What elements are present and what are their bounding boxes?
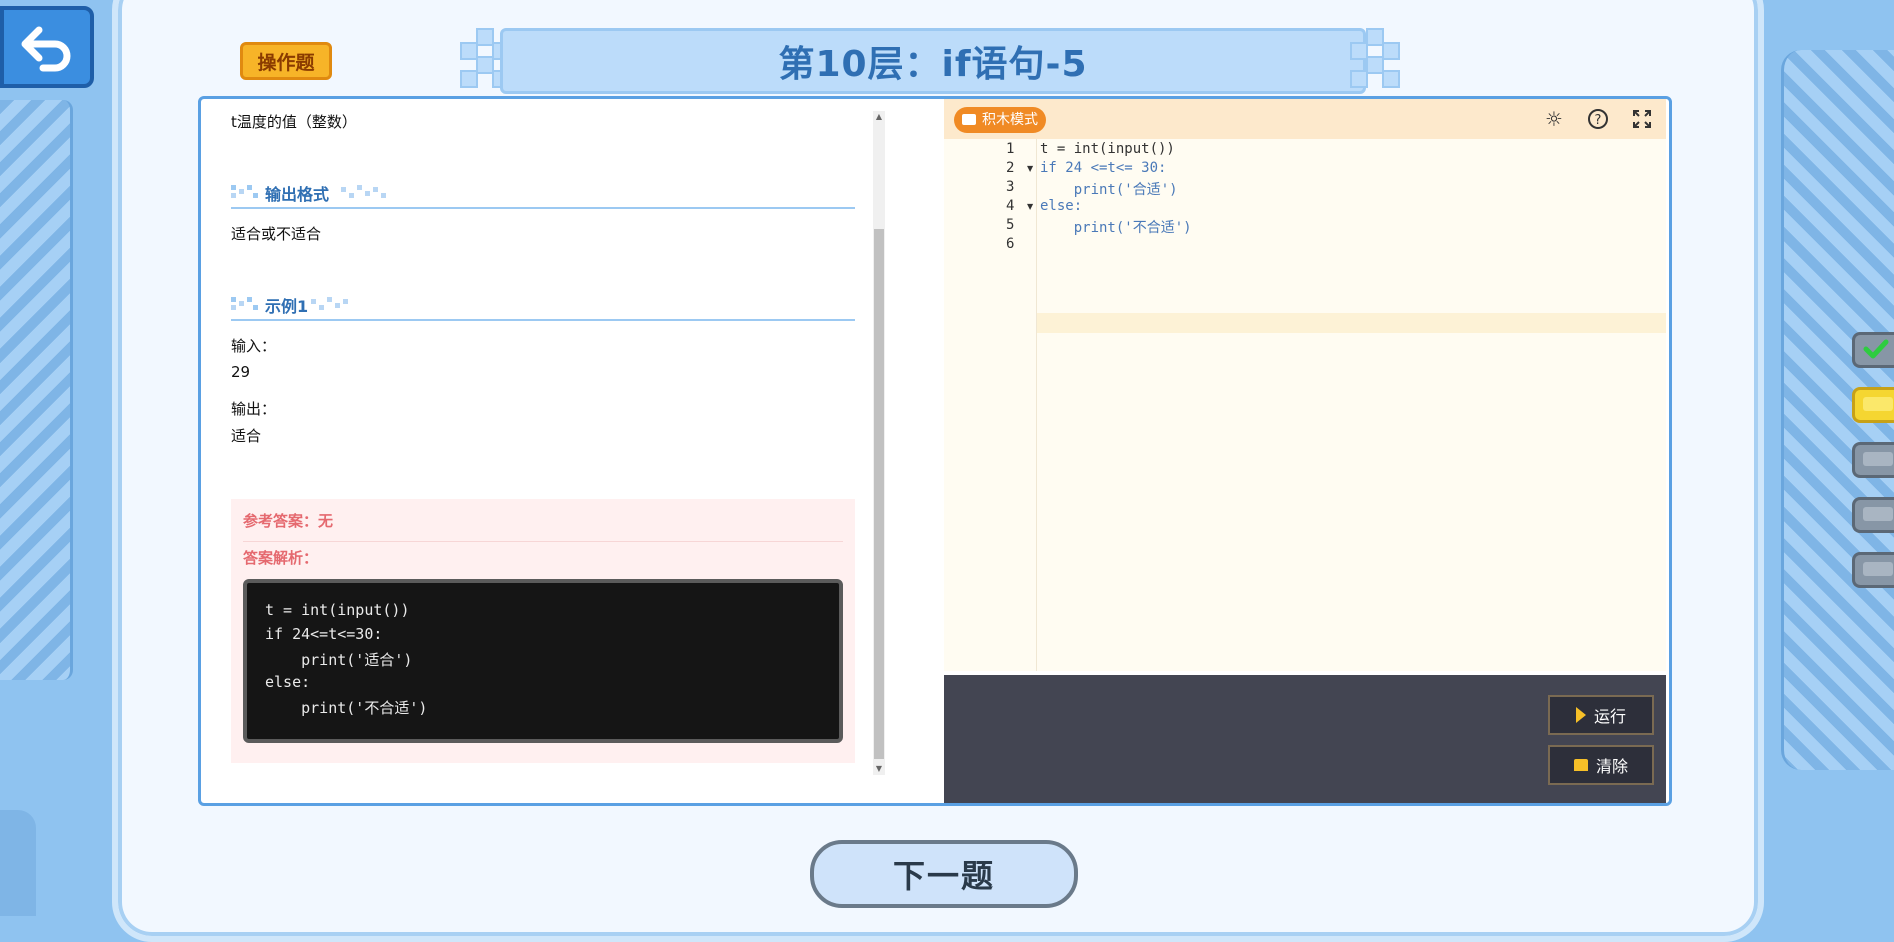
title-banner: 第10层：if语句-5 [460, 28, 1406, 94]
code-line: else: [1040, 198, 1083, 214]
input-description: t温度的值（整数） [231, 113, 357, 131]
example-output-label: 输出： [231, 400, 277, 418]
block-mode-label: 积木模式 [982, 112, 1038, 128]
level-tab-locked[interactable] [1852, 497, 1894, 533]
level-tab-locked[interactable] [1852, 442, 1894, 478]
code-line: print('不合适') [1040, 220, 1192, 236]
active-line-highlight [944, 313, 1666, 333]
answer-divider [243, 541, 843, 542]
problem-scrollbar[interactable]: ▲ ▼ [873, 111, 885, 775]
code-line: t = int(input()) [1040, 141, 1175, 157]
heading-dots-icon [341, 185, 386, 199]
heading-dots-icon [231, 185, 261, 199]
answer-code-line: if 24<=t<=30: [265, 625, 383, 643]
banner-pixel-decoration-right [1350, 28, 1406, 88]
answer-code-line: print('不合适') [265, 699, 428, 717]
back-arrow-icon [21, 26, 71, 72]
run-button[interactable]: 运行 [1548, 695, 1654, 735]
level-tab-indicator [1863, 452, 1893, 466]
section-title: 示例1 [265, 297, 309, 316]
level-tab-locked[interactable] [1852, 552, 1894, 588]
scroll-down-arrow-icon[interactable]: ▼ [873, 763, 885, 775]
code-line: if 24 <=t<= 30: [1040, 160, 1167, 176]
heading-dots-icon [311, 297, 348, 311]
clear-label: 清除 [1595, 757, 1628, 776]
console-area: 运行 清除 [944, 675, 1666, 803]
level-tab-indicator [1863, 507, 1893, 521]
scrollbar-thumb[interactable] [874, 229, 884, 759]
level-tab-done[interactable] [1852, 332, 1894, 368]
code-editor[interactable]: 1 2 ▼ 3 4 ▼ 5 6 t = int(input()) if 24 <… [944, 139, 1666, 671]
heading-dots-icon [231, 297, 261, 311]
fold-arrow-icon[interactable]: ▼ [1027, 202, 1033, 211]
play-icon [1575, 707, 1586, 723]
answer-code-line: else: [265, 673, 311, 691]
level-tab-indicator [1863, 397, 1893, 411]
line-number-gutter: 1 2 ▼ 3 4 ▼ 5 6 [944, 139, 1037, 671]
output-format-heading: 输出格式 [231, 177, 855, 209]
editor-pane: 积木模式 ☼ ? 1 2 ▼ 3 4 ▼ 5 6 t = int(input() [944, 99, 1666, 803]
brightness-icon[interactable]: ☼ [1542, 107, 1566, 131]
answer-code-block: t = int(input()) if 24<=t<=30: print('适合… [243, 579, 843, 743]
scroll-up-arrow-icon[interactable]: ▲ [873, 111, 885, 123]
problem-content[interactable]: t温度的值（整数） 输出格式 适合或不适合 示例1 输入： 29 输出： 适合 … [231, 99, 855, 779]
fold-arrow-icon[interactable]: ▼ [1027, 164, 1033, 173]
background-decoration-left [0, 100, 73, 680]
back-button[interactable] [0, 6, 94, 88]
help-icon[interactable]: ? [1586, 107, 1610, 131]
example-output-value: 适合 [231, 427, 262, 445]
example-input-label: 输入： [231, 337, 277, 355]
level-tab-indicator [1863, 562, 1893, 576]
line-number: 2 [1006, 160, 1015, 176]
checkmark-icon [1863, 339, 1889, 359]
page-title: 第10层：if语句-5 [778, 44, 1088, 85]
content-panel: t温度的值（整数） 输出格式 适合或不适合 示例1 输入： 29 输出： 适合 … [198, 96, 1672, 806]
line-number: 5 [1006, 217, 1015, 233]
run-label: 运行 [1593, 707, 1626, 726]
blocks-icon [962, 114, 976, 125]
answer-code-line: t = int(input()) [265, 601, 410, 619]
example-input-value: 29 [231, 363, 251, 381]
section-title: 输出格式 [265, 185, 330, 204]
next-question-label: 下一题 [892, 857, 995, 895]
editor-toolbar: 积木模式 ☼ ? [944, 99, 1666, 139]
background-decoration-left-lower [0, 810, 36, 916]
title-bar: 第10层：if语句-5 [500, 28, 1366, 94]
fullscreen-icon[interactable] [1630, 107, 1654, 131]
problem-pane: t温度的值（整数） 输出格式 适合或不适合 示例1 输入： 29 输出： 适合 … [201, 99, 941, 803]
reference-answer-label: 参考答案：无 [243, 512, 334, 530]
task-type-badge: 操作题 [240, 42, 332, 80]
clear-button[interactable]: 清除 [1548, 745, 1654, 785]
code-line: print('合适') [1040, 182, 1178, 198]
example-heading: 示例1 [231, 289, 855, 321]
block-mode-button[interactable]: 积木模式 [954, 107, 1046, 133]
level-tab-current[interactable] [1852, 387, 1894, 423]
answer-analysis-label: 答案解析： [243, 549, 319, 567]
line-number: 4 [1006, 198, 1015, 214]
broom-icon [1573, 759, 1588, 771]
output-format-text: 适合或不适合 [231, 225, 322, 243]
line-number: 6 [1006, 236, 1015, 252]
line-number: 1 [1006, 141, 1015, 157]
svg-text:?: ? [1595, 113, 1602, 128]
next-question-button[interactable]: 下一题 [810, 840, 1078, 908]
line-number: 3 [1006, 179, 1015, 195]
answer-code-line: print('适合') [265, 651, 413, 669]
answer-section: 参考答案：无 答案解析： t = int(input()) if 24<=t<=… [231, 499, 855, 763]
